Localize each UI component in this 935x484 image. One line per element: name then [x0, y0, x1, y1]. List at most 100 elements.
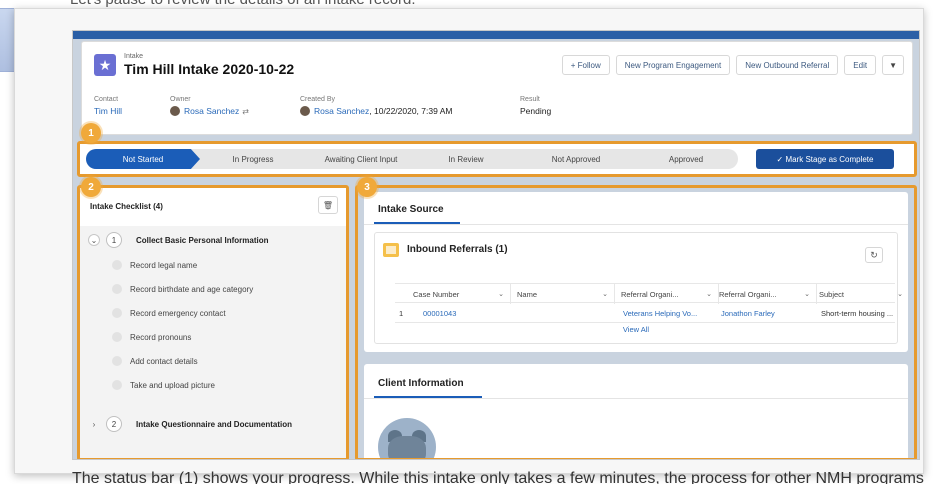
new-outbound-referral-button[interactable]: New Outbound Referral — [736, 55, 839, 75]
checklist-item-label: Record emergency contact — [130, 308, 226, 318]
callout-badge-3: 3 — [357, 177, 377, 197]
step-number: 2 — [106, 416, 122, 432]
column-label: Name — [517, 289, 538, 299]
divider — [364, 398, 908, 399]
row-index: 1 — [399, 308, 404, 318]
checklist-item[interactable]: Add contact details — [80, 350, 346, 372]
column-referral-org-1[interactable]: Referral Organi... ⌄ — [621, 284, 719, 304]
new-program-engagement-button[interactable]: New Program Engagement — [615, 55, 731, 75]
column-label: Referral Organi... — [719, 289, 777, 299]
client-information-card: Client Information — [364, 364, 908, 458]
contact-link[interactable]: Tim Hill — [94, 106, 122, 116]
field-owner: Owner Rosa Sanchez ⇄ — [170, 96, 249, 116]
trash-icon[interactable]: 🗑 — [318, 196, 338, 214]
column-label: Subject — [819, 289, 845, 299]
path-status-bar: Not Started In Progress Awaiting Client … — [77, 141, 917, 177]
field-contact: Contact Tim Hill — [94, 96, 122, 116]
created-by-value: Rosa Sanchez , 10/22/2020, 7:39 AM — [300, 106, 452, 116]
change-owner-icon[interactable]: ⇄ — [242, 107, 249, 116]
status-circle-icon — [112, 356, 122, 366]
record-title: Tim Hill Intake 2020-10-22 — [124, 61, 295, 77]
status-circle-icon — [112, 260, 122, 270]
highlight-fields: Contact Tim Hill Owner Rosa Sanchez ⇄ Cr… — [94, 96, 794, 126]
record-header: ★ Intake Tim Hill Intake 2020-10-22 + Fo… — [81, 41, 913, 135]
chevron-down-icon[interactable]: ⌄ — [88, 234, 100, 246]
checklist-item-label: Record pronouns — [130, 332, 192, 342]
stage-in-review[interactable]: In Review — [416, 149, 516, 169]
mark-stage-complete-button[interactable]: ✓ Mark Stage as Complete — [756, 149, 894, 169]
tab-intake-source[interactable]: Intake Source — [378, 204, 444, 215]
callout-badge-1: 1 — [81, 123, 101, 143]
created-by-link[interactable]: Rosa Sanchez — [314, 106, 369, 116]
related-list-title[interactable]: Inbound Referrals (1) — [407, 244, 508, 255]
more-actions-chevron-icon[interactable]: ▼ — [882, 55, 904, 75]
follow-button[interactable]: + Follow — [561, 55, 610, 75]
checklist-item[interactable]: Record pronouns — [80, 326, 346, 348]
owner-link[interactable]: Rosa Sanchez — [184, 106, 239, 116]
related-panel: Intake Source Inbound Referrals (1) ↻ Ca… — [355, 185, 917, 459]
table-header: Case Number ⌄ Name ⌄ Referral Organi... ⌄ R… — [395, 283, 903, 304]
checklist-item-label: Add contact details — [130, 356, 198, 366]
stage-in-progress[interactable]: In Progress — [200, 149, 306, 169]
field-label: Owner — [170, 96, 191, 103]
refresh-icon[interactable]: ↻ — [865, 247, 883, 263]
client-photo-avatar — [378, 418, 436, 458]
chevron-down-icon[interactable]: ⌄ — [804, 290, 810, 298]
chevron-down-icon[interactable]: ⌄ — [706, 290, 712, 298]
referral-contact-link[interactable]: Jonathon Farley — [721, 303, 813, 323]
record-actions: + Follow New Program Engagement New Outb… — [556, 55, 904, 75]
checklist-title: Intake Checklist (4) — [90, 202, 163, 211]
case-number-link[interactable]: 00001043 — [423, 303, 513, 323]
checklist-item[interactable]: Record emergency contact — [80, 302, 346, 324]
stage-not-approved[interactable]: Not Approved — [516, 149, 636, 169]
group-title: Collect Basic Personal Information — [136, 235, 269, 245]
avatar-face — [388, 436, 426, 458]
app-top-bar — [73, 31, 919, 39]
field-label: Contact — [94, 96, 119, 103]
stage-approved[interactable]: Approved — [636, 149, 736, 169]
view-all-link[interactable]: View All — [375, 325, 897, 334]
result-value: Pending — [520, 106, 552, 116]
column-referral-org-2[interactable]: Referral Organi... ⌄ — [719, 284, 817, 304]
path-track: Not Started In Progress Awaiting Client … — [86, 149, 738, 169]
status-circle-icon — [112, 332, 122, 342]
checklist-item-label: Record legal name — [130, 260, 198, 270]
referral-org-link[interactable]: Veterans Helping Vo... — [623, 303, 715, 323]
group-title: Intake Questionnaire and Documentation — [136, 419, 293, 429]
checklist-group-1[interactable]: ⌄ 1 Collect Basic Personal Information — [80, 228, 346, 252]
column-name[interactable]: Name ⌄ — [517, 284, 615, 304]
stage-awaiting-client-input[interactable]: Awaiting Client Input — [306, 149, 416, 169]
column-subject[interactable]: Subject ⌄ — [819, 284, 909, 304]
step-number: 1 — [106, 232, 122, 248]
field-label: Result — [520, 96, 540, 103]
referrals-table: Case Number ⌄ Name ⌄ Referral Organi... ⌄ R… — [395, 283, 903, 323]
column-case-number[interactable]: Case Number ⌄ — [413, 284, 511, 304]
document-intro-text: Let's pause to review the details of an … — [70, 0, 416, 8]
field-created-by: Created By Rosa Sanchez , 10/22/2020, 7:… — [300, 96, 452, 116]
owner-value[interactable]: Rosa Sanchez ⇄ — [170, 106, 249, 116]
salesforce-app-window: ★ Intake Tim Hill Intake 2020-10-22 + Fo… — [72, 30, 920, 460]
column-label: Referral Organi... — [621, 289, 679, 299]
checklist-group-2[interactable]: › 2 Intake Questionnaire and Documentati… — [80, 412, 346, 436]
document-body-text: The status bar (1) shows your progress. … — [72, 470, 924, 484]
chevron-down-icon[interactable]: ⌄ — [897, 290, 903, 298]
record-object-label: Intake — [124, 53, 144, 60]
checklist-item[interactable]: Take and upload picture — [80, 374, 346, 396]
stage-not-started[interactable]: Not Started — [86, 149, 200, 169]
subject-cell: Short-term housing ... — [821, 308, 894, 318]
chevron-down-icon[interactable]: ⌄ — [602, 290, 608, 298]
intake-checklist-panel: Intake Checklist (4) 🗑 ⌄ 1 Collect Basic… — [77, 185, 349, 459]
chevron-right-icon[interactable]: › — [88, 418, 100, 430]
star-icon: ★ — [94, 54, 116, 76]
checklist-item[interactable]: Record legal name — [80, 254, 346, 276]
checklist-item[interactable]: Record birthdate and age category — [80, 278, 346, 300]
edit-button[interactable]: Edit — [844, 55, 877, 75]
avatar — [300, 106, 310, 116]
tab-client-information[interactable]: Client Information — [378, 378, 464, 389]
status-circle-icon — [112, 380, 122, 390]
checklist-item-label: Record birthdate and age category — [130, 284, 254, 294]
chevron-down-icon[interactable]: ⌄ — [498, 290, 504, 298]
field-result: Result Pending — [520, 96, 551, 116]
avatar — [170, 106, 180, 116]
created-by-date: , 10/22/2020, 7:39 AM — [369, 106, 453, 116]
